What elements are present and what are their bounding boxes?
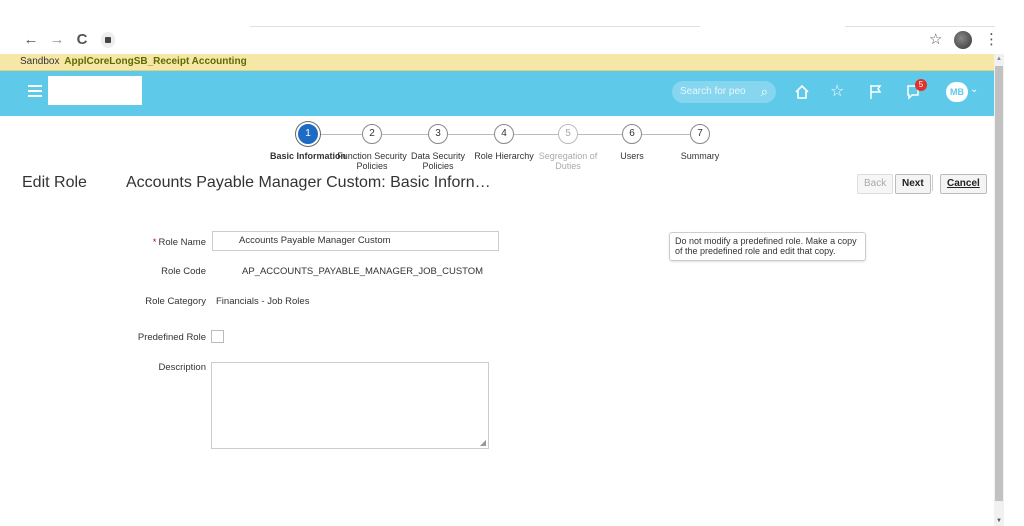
lock-icon[interactable] bbox=[101, 32, 115, 48]
scrollbar-thumb[interactable] bbox=[995, 66, 1003, 501]
role-name-label-text: Role Name bbox=[158, 237, 206, 248]
train-connector bbox=[514, 134, 558, 135]
train-label-role-hierarchy[interactable]: Role Hierarchy bbox=[470, 151, 538, 161]
info-note: Do not modify a predefined role. Make a … bbox=[669, 232, 866, 261]
train-step-users[interactable]: 6 bbox=[622, 124, 642, 144]
train-label-segregation-of-duties: Segregation of Duties bbox=[538, 151, 598, 171]
train-label-data-security[interactable]: Data Security Policies bbox=[408, 151, 468, 171]
tab-strip-divider bbox=[250, 26, 700, 27]
train-step-data-security[interactable]: 3 bbox=[428, 124, 448, 144]
browser-profile-icon[interactable] bbox=[954, 31, 972, 49]
role-code-label: Role Code bbox=[161, 266, 206, 277]
home-icon[interactable] bbox=[793, 83, 811, 101]
search-placeholder: Search for peo bbox=[680, 86, 746, 97]
logo[interactable] bbox=[48, 76, 142, 105]
reload-icon[interactable]: C bbox=[73, 30, 91, 50]
train-connector bbox=[318, 134, 362, 135]
star-icon[interactable]: ☆ bbox=[830, 82, 844, 102]
train-connector bbox=[382, 134, 428, 135]
scroll-down-icon[interactable]: ▼ bbox=[996, 518, 1002, 524]
forward-arrow-icon[interactable]: → bbox=[48, 30, 66, 50]
notification-badge: 5 bbox=[915, 79, 927, 91]
avatar[interactable]: MB bbox=[946, 82, 968, 102]
sandbox-bar: Sandbox ApplCoreLongSB_Receipt Accountin… bbox=[0, 54, 994, 71]
chevron-down-icon[interactable]: ⌄ bbox=[970, 84, 978, 95]
bookmark-star-icon[interactable]: ☆ bbox=[929, 30, 942, 50]
search-icon[interactable]: ⌕ bbox=[761, 81, 768, 103]
predefined-role-checkbox[interactable] bbox=[211, 330, 224, 343]
train-connector bbox=[448, 134, 494, 135]
resize-grip-icon[interactable]: ◢ bbox=[480, 438, 486, 447]
role-category-value: Financials - Job Roles bbox=[216, 296, 310, 307]
browser-menu-icon[interactable]: ⋮ bbox=[984, 30, 999, 50]
role-name-input[interactable]: Accounts Payable Manager Custom bbox=[212, 231, 499, 251]
train-step-role-hierarchy[interactable]: 4 bbox=[494, 124, 514, 144]
train-step-segregation-of-duties: 5 bbox=[558, 124, 578, 144]
back-arrow-icon[interactable]: ← bbox=[22, 30, 40, 50]
browser-toolbar: ← → C ☆ ⋮ bbox=[0, 0, 1024, 54]
train-label-summary[interactable]: Summary bbox=[670, 151, 730, 161]
section-heading: Edit Role bbox=[22, 174, 87, 191]
role-code-value: AP_ACCOUNTS_PAYABLE_MANAGER_JOB_CUSTOM bbox=[242, 266, 484, 277]
required-indicator: * bbox=[152, 237, 157, 248]
back-button: Back bbox=[857, 174, 894, 194]
role-category-label: Role Category bbox=[145, 296, 206, 307]
train-connector bbox=[578, 134, 622, 135]
next-button[interactable]: Next bbox=[895, 174, 931, 194]
train-step-summary[interactable]: 7 bbox=[690, 124, 710, 144]
description-textarea[interactable]: ◢ bbox=[211, 362, 489, 449]
sandbox-label: Sandbox bbox=[20, 56, 60, 67]
predefined-role-label: Predefined Role bbox=[137, 332, 206, 343]
page-scrollbar[interactable]: ▲ ▼ bbox=[994, 54, 1004, 526]
hamburger-icon[interactable] bbox=[28, 85, 42, 97]
description-label: Description bbox=[158, 362, 206, 373]
search-input[interactable]: Search for peo ⌕ bbox=[672, 81, 776, 103]
role-name-label: * Role Name bbox=[106, 237, 206, 248]
tab-strip-divider bbox=[845, 26, 995, 27]
train-label-function-security[interactable]: Function Security Policies bbox=[336, 151, 408, 171]
page-title: Accounts Payable Manager Custom: Basic I… bbox=[126, 174, 491, 191]
train-connector bbox=[642, 134, 690, 135]
app-header: Search for peo ⌕ ☆ 5 MB ⌄ bbox=[0, 71, 994, 116]
cancel-button[interactable]: Cancel bbox=[940, 174, 987, 194]
button-divider bbox=[932, 175, 933, 191]
train-step-basic-information[interactable]: 1 bbox=[298, 124, 318, 144]
scroll-up-icon[interactable]: ▲ bbox=[996, 56, 1002, 62]
sandbox-name-link[interactable]: ApplCoreLongSB_Receipt Accounting bbox=[64, 56, 246, 67]
train-step-function-security[interactable]: 2 bbox=[362, 124, 382, 144]
train-label-users[interactable]: Users bbox=[602, 151, 662, 161]
flag-icon[interactable] bbox=[868, 83, 884, 101]
